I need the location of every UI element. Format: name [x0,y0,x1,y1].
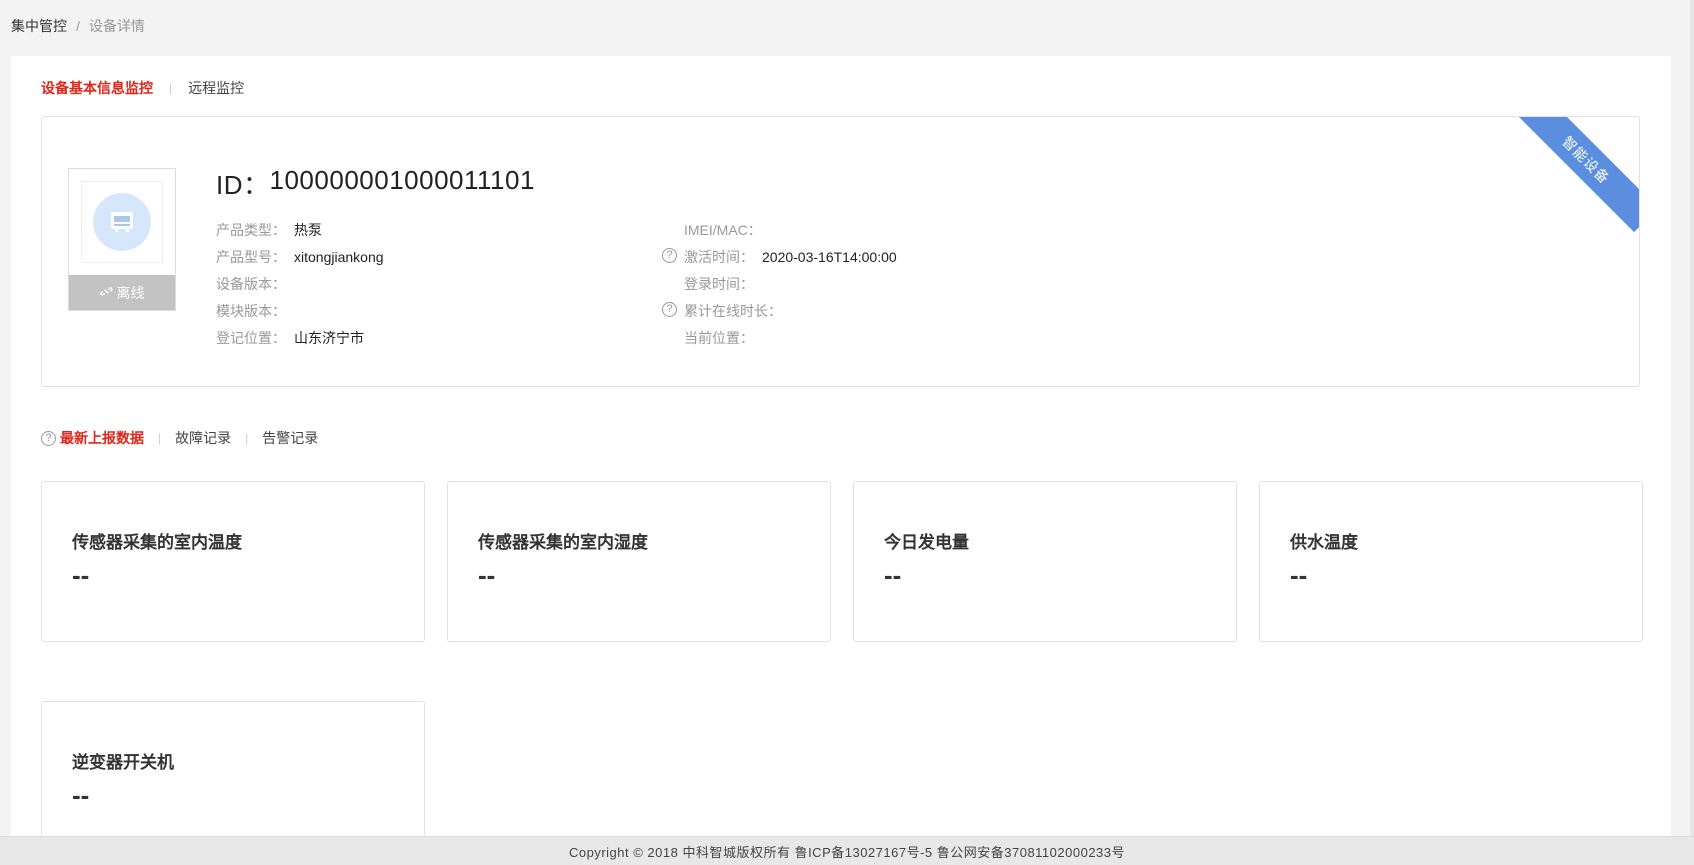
question-icon[interactable]: ? [41,430,56,446]
breadcrumb-current: 设备详情 [88,18,145,34]
info-value: 2020-03-16T14:00:00 [762,248,897,265]
metric-card-indoor-temperature: 传感器采集的室内温度 -- [41,481,425,642]
metric-card-today-generation: 今日发电量 -- [853,481,1237,642]
tab-alarm-records[interactable]: 告警记录 [262,428,318,448]
info-row-current-location: 当前位置： [684,324,897,351]
info-row-product-type: 产品类型： 热泵 [216,216,384,243]
device-thumbnail: 离线 [68,168,176,311]
tab-latest-reported-data[interactable]: 最新上报数据 [60,428,144,448]
info-column-right: IMEI/MAC： ? 激活时间： 2020-03-16T14:00:00 登录… [662,216,897,351]
info-row-imei-mac: IMEI/MAC： [684,216,897,243]
top-tabs: 设备基本信息监控 | 远程监控 [41,78,244,98]
tab-remote-monitor[interactable]: 远程监控 [188,78,244,98]
question-icon[interactable]: ? [662,302,677,317]
info-label: 产品型号： [216,248,286,265]
info-column-left: 产品类型： 热泵 产品型号： xitongjiankong 设备版本： 模块版本… [216,216,384,351]
offline-link-icon [99,285,113,301]
info-value: 山东济宁市 [294,329,364,346]
info-row-product-model: 产品型号： xitongjiankong [216,243,384,270]
page-scrollbar[interactable] [1690,0,1694,836]
info-label: 当前位置： [684,329,754,346]
info-label: 设备版本： [216,275,286,292]
info-row-device-version: 设备版本： [216,270,384,297]
device-info-card: 智能设备 离线 ID： 100000001000011101 产品类型： 热泵 … [41,116,1640,387]
metric-title: 供水温度 [1290,533,1358,552]
info-value: 热泵 [294,221,322,238]
footer: Copyright © 2018 中科智城版权所有 鲁ICP备13027167号… [0,836,1694,865]
tab-divider: | [158,431,162,445]
metric-title: 今日发电量 [884,533,969,552]
info-row-activation-time: ? 激活时间： 2020-03-16T14:00:00 [662,243,897,270]
metric-value: -- [72,780,90,810]
copyright-text: Copyright © 2018 中科智城版权所有 鲁ICP备13027167号… [568,844,1126,860]
data-tabs: ? 最新上报数据 | 故障记录 | 告警记录 [41,428,318,448]
info-row-registered-location: 登记位置： 山东济宁市 [216,324,384,351]
device-image-frame [81,181,163,263]
info-label: 产品类型： [216,221,286,238]
breadcrumb-root-link[interactable]: 集中管控 [11,16,67,36]
tab-divider: | [245,431,249,445]
metric-value: -- [1290,560,1308,590]
status-badge: 离线 [69,275,175,310]
info-label: 登记位置： [216,329,286,346]
info-label: IMEI/MAC： [684,221,762,238]
tab-divider: | [169,81,173,95]
metric-title: 传感器采集的室内温度 [72,533,242,552]
info-label: 模块版本： [216,302,286,319]
info-value: xitongjiankong [294,248,384,265]
device-id: ID： 100000001000011101 [216,165,535,202]
tab-device-basic-info[interactable]: 设备基本信息监控 [41,78,153,98]
status-label: 离线 [116,284,145,301]
info-label: 激活时间： [684,248,754,265]
device-id-label: ID： [216,170,270,200]
info-row-module-version: 模块版本： [216,297,384,324]
breadcrumb-separator: / [76,18,80,34]
question-icon[interactable]: ? [662,248,677,263]
info-row-total-online-time: ? 累计在线时长： [662,297,897,324]
device-id-value: 100000001000011101 [269,165,535,195]
metric-card-supply-water-temperature: 供水温度 -- [1259,481,1643,642]
main-panel: 设备基本信息监控 | 远程监控 智能设备 离线 ID： 100000001000… [11,56,1671,841]
metric-value: -- [478,560,496,590]
tab-fault-records[interactable]: 故障记录 [175,428,231,448]
metric-card-inverter-power: 逆变器开关机 -- [41,701,425,841]
info-label: 累计在线时长： [684,302,782,319]
info-label: 登录时间： [684,275,754,292]
metric-card-indoor-humidity: 传感器采集的室内湿度 -- [447,481,831,642]
metric-title: 逆变器开关机 [72,753,174,772]
info-row-login-time: 登录时间： [684,270,897,297]
metric-title: 传感器采集的室内湿度 [478,533,648,552]
metric-value: -- [72,560,90,590]
device-icon [93,193,151,251]
smart-device-ribbon: 智能设备 [1513,117,1639,233]
metric-value: -- [884,560,902,590]
breadcrumb: 集中管控 / 设备详情 [11,16,145,36]
